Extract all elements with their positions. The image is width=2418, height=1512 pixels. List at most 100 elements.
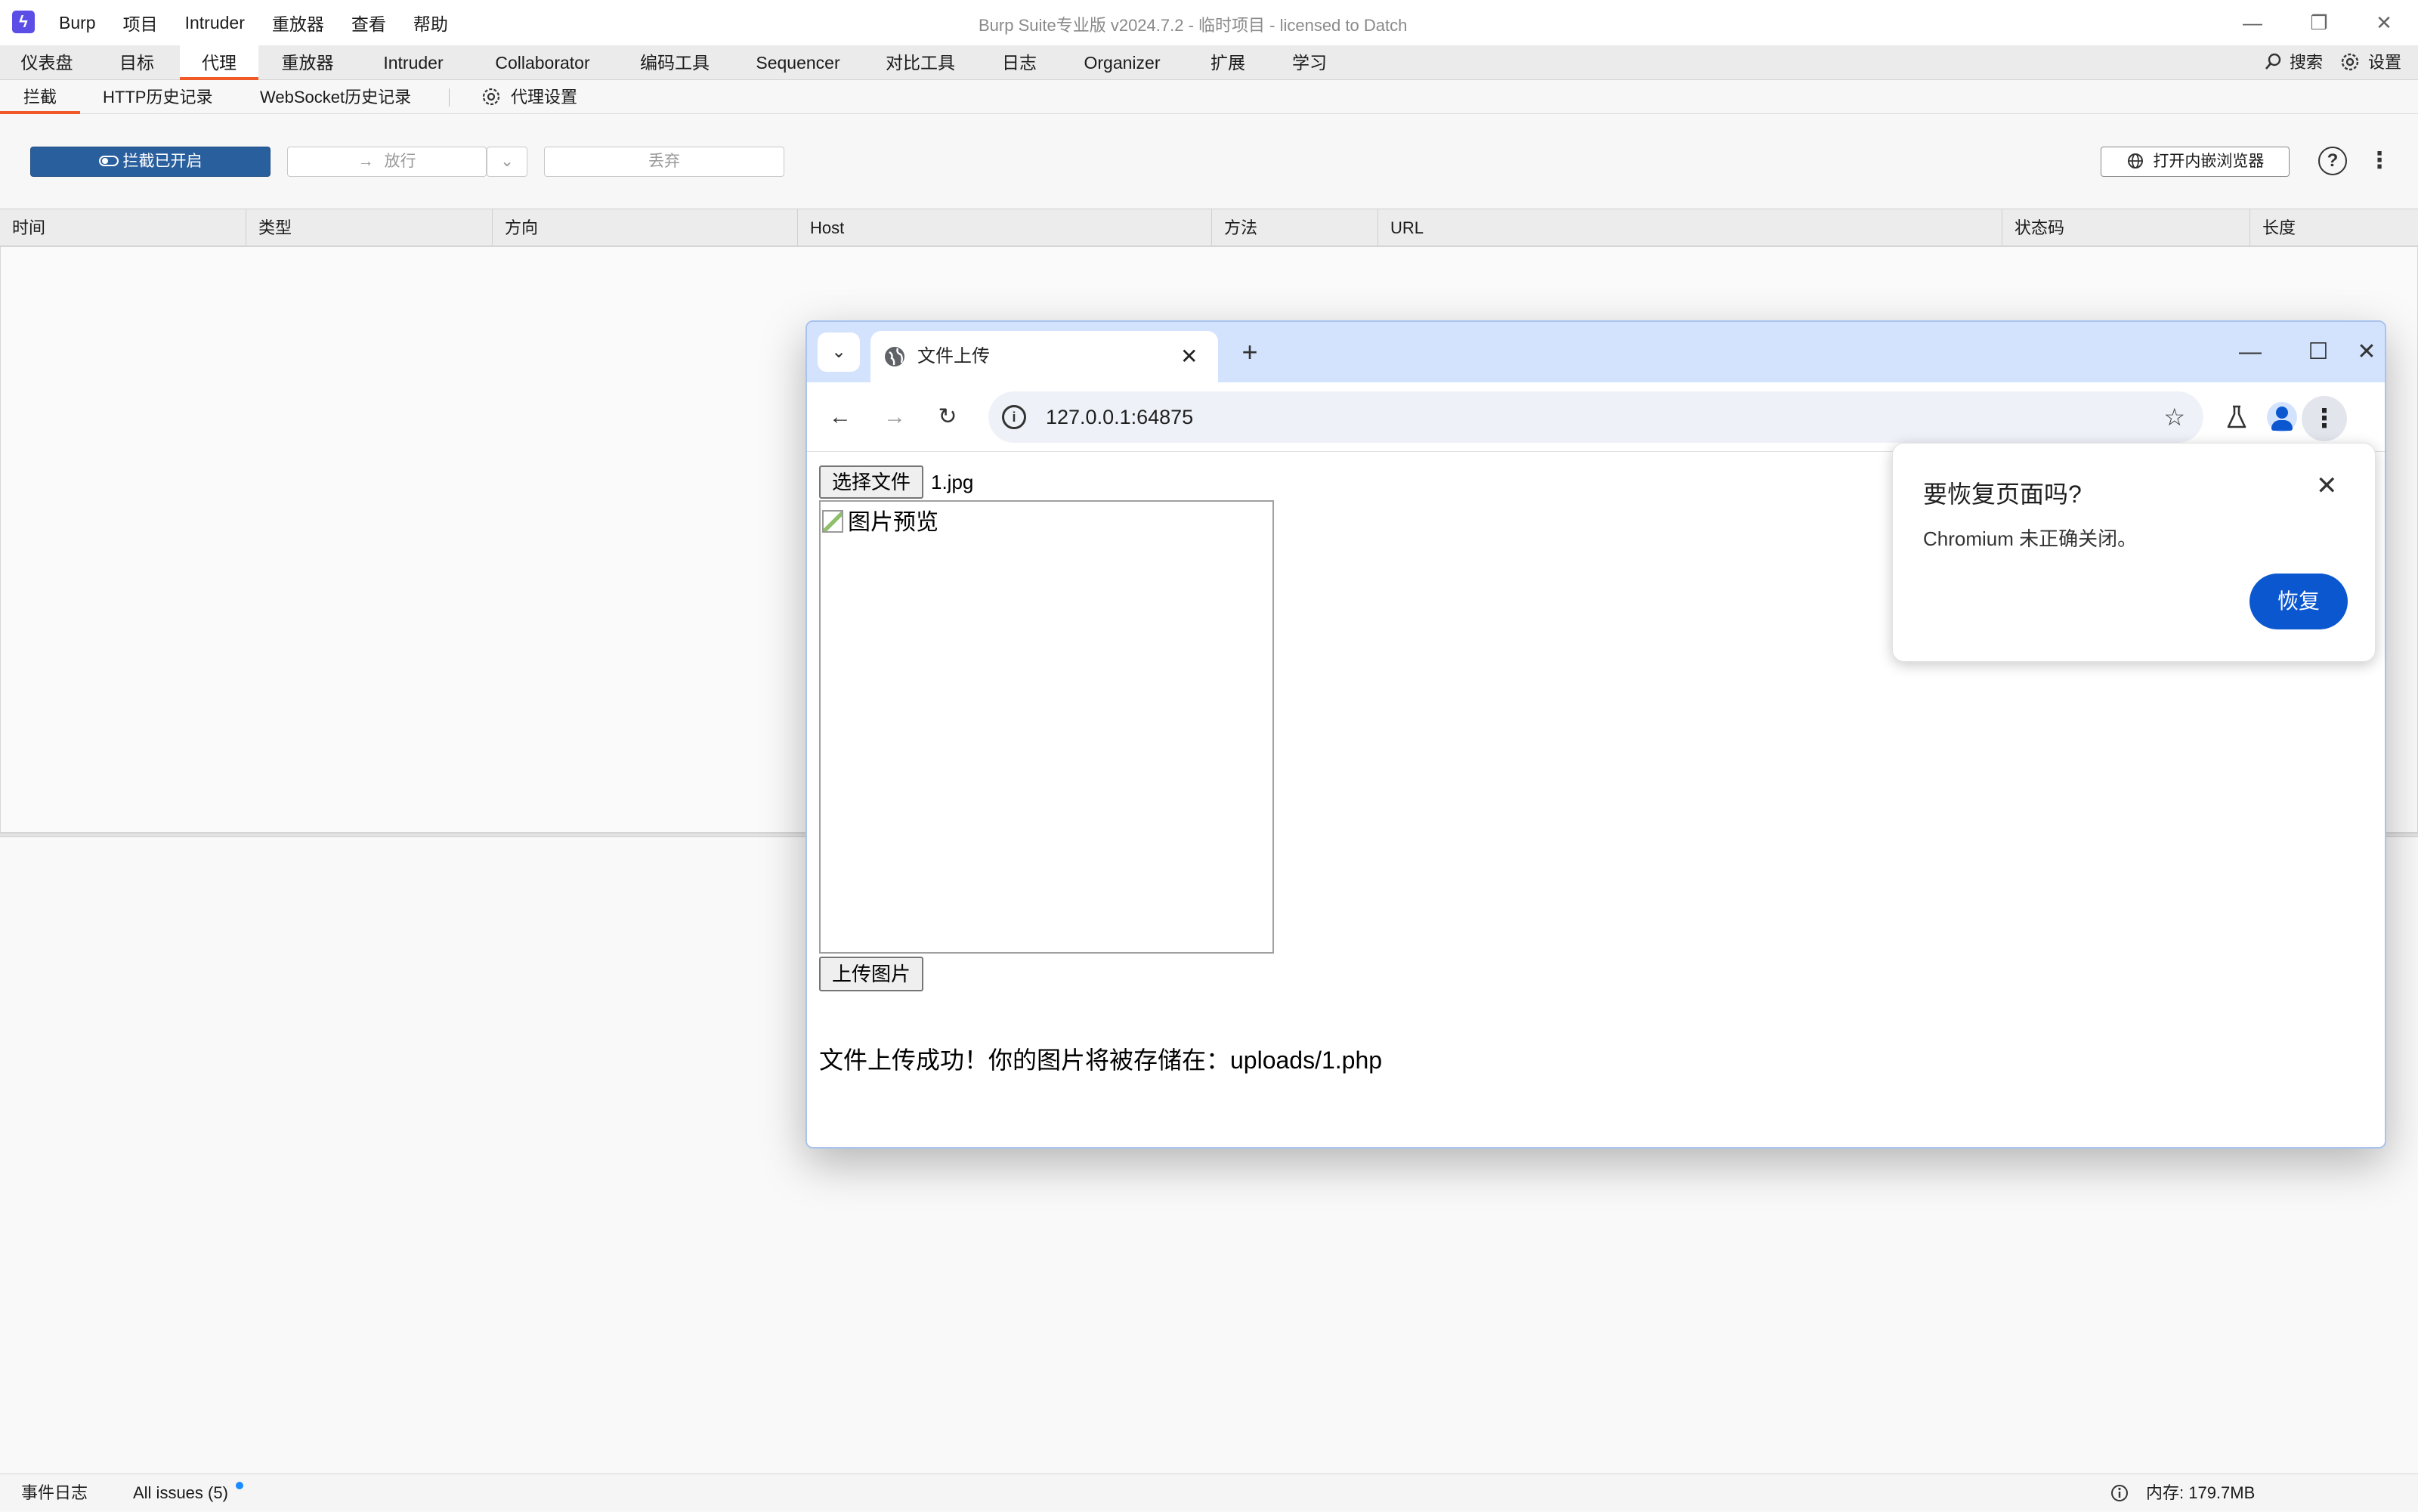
broken-image-icon: [822, 510, 843, 533]
issues-dot-badge: [236, 1482, 243, 1489]
help-icon[interactable]: ?: [2318, 147, 2347, 175]
preview-alt-text: 图片预览: [848, 510, 938, 535]
image-preview-alt: 图片预览: [822, 503, 938, 536]
menu-help[interactable]: 帮助: [413, 10, 448, 36]
globe-icon: [2126, 153, 2154, 170]
col-length[interactable]: 长度: [2250, 209, 2418, 247]
search-label[interactable]: 搜索: [2290, 45, 2323, 80]
tab-decoder[interactable]: 编码工具: [615, 45, 734, 80]
tab-dashboard[interactable]: 仪表盘: [0, 45, 94, 80]
subtab-proxy-settings[interactable]: 代理设置: [511, 81, 577, 114]
main-tab-bar: 仪表盘 目标 代理 重放器 Intruder Collaborator 编码工具…: [0, 45, 2418, 80]
open-browser-label: 打开内嵌浏览器: [2153, 153, 2265, 170]
event-log-link[interactable]: 事件日志: [21, 1474, 88, 1512]
col-direction[interactable]: 方向: [493, 209, 798, 247]
intercept-table-header: 时间 类型 方向 Host 方法 URL 状态码 长度: [0, 209, 2418, 247]
browser-close-icon-glyph[interactable]: ✕: [2348, 332, 2385, 372]
col-type[interactable]: 类型: [246, 209, 493, 247]
close-tab-icon[interactable]: ✕: [1180, 331, 1198, 382]
col-url[interactable]: URL: [1378, 209, 2002, 247]
tab-target[interactable]: 目标: [94, 45, 180, 80]
more-options-icon[interactable]: ⋮: [2368, 145, 2391, 177]
memory-usage: 内存: 179.7MB: [2146, 1483, 2256, 1502]
toggle-icon: [98, 156, 119, 166]
menu-view[interactable]: 查看: [351, 10, 386, 36]
tab-comparer[interactable]: 对比工具: [861, 45, 979, 80]
chevron-down-icon: ⌄: [500, 153, 514, 170]
browser-tab-file-upload[interactable]: 文件上传 ✕: [870, 331, 1218, 382]
open-browser-button[interactable]: 打开内嵌浏览器: [2101, 147, 2290, 177]
popup-message: Chromium 未正确关闭。: [1923, 527, 2138, 550]
menu-bar: Burp 项目 Intruder 重放器 查看 帮助: [45, 0, 462, 45]
arrow-right-icon: →: [357, 153, 374, 170]
tab-sequencer[interactable]: Sequencer: [734, 45, 861, 80]
close-button[interactable]: ✕: [2367, 6, 2401, 39]
burp-logo-icon: ϟ: [12, 11, 35, 33]
back-arrow-icon[interactable]: ←: [821, 397, 860, 437]
browser-tab-title: 文件上传: [917, 346, 990, 366]
subtab-websocket-history[interactable]: WebSocket历史记录: [260, 81, 411, 114]
tab-organizer[interactable]: Organizer: [1059, 45, 1185, 80]
forward-arrow-icon[interactable]: →: [875, 397, 914, 437]
menu-intruder[interactable]: Intruder: [185, 13, 245, 33]
settings-label[interactable]: 设置: [2368, 45, 2401, 80]
labs-flask-icon[interactable]: [2217, 397, 2256, 437]
tab-logger[interactable]: 日志: [979, 45, 1059, 80]
forward-button[interactable]: → 放行: [287, 147, 487, 177]
proxy-settings-gear-icon[interactable]: [481, 81, 502, 114]
intercept-toggle-button[interactable]: 拦截已开启: [30, 147, 271, 177]
tab-repeater[interactable]: 重放器: [258, 45, 357, 80]
selected-file-name: 1.jpg: [931, 471, 974, 493]
subtab-http-history[interactable]: HTTP历史记录: [103, 81, 212, 114]
search-icon[interactable]: [2264, 45, 2283, 80]
browser-minimize-icon[interactable]: —: [2228, 332, 2273, 372]
popup-close-icon[interactable]: ✕: [2316, 471, 2338, 501]
tab-extensions[interactable]: 扩展: [1185, 45, 1271, 80]
drop-button[interactable]: 丢弃: [544, 147, 784, 177]
restore-button[interactable]: ❐: [2302, 6, 2336, 39]
menu-repeater[interactable]: 重放器: [272, 10, 324, 36]
site-info-icon[interactable]: i: [1002, 405, 1026, 429]
minimize-button[interactable]: —: [2235, 6, 2270, 39]
burp-suite-window: ϟ Burp 项目 Intruder 重放器 查看 帮助 Burp Suite专…: [0, 0, 2418, 1511]
tab-collaborator[interactable]: Collaborator: [470, 45, 615, 80]
window-title: Burp Suite专业版 v2024.7.2 - 临时项目 - license…: [979, 16, 1408, 35]
bookmark-star-icon[interactable]: ☆: [2163, 391, 2185, 443]
gear-icon[interactable]: [2339, 45, 2361, 80]
tab-learn[interactable]: 学习: [1271, 45, 1348, 80]
menu-project[interactable]: 项目: [123, 10, 158, 36]
browser-menu-icon[interactable]: ⋮: [2302, 396, 2347, 441]
browser-maximize-icon[interactable]: ☐: [2296, 332, 2341, 372]
address-url[interactable]: 127.0.0.1:64875: [1046, 391, 1193, 443]
col-method[interactable]: 方法: [1212, 209, 1378, 247]
intercept-toggle-label: 拦截已开启: [122, 153, 203, 170]
tab-proxy[interactable]: 代理: [180, 45, 258, 80]
choose-file-button[interactable]: 选择文件: [819, 465, 923, 499]
profile-avatar-icon[interactable]: [2267, 402, 2297, 432]
new-tab-icon[interactable]: +: [1230, 332, 1269, 372]
forward-dropdown-button[interactable]: ⌄: [487, 147, 527, 177]
upload-image-button[interactable]: 上传图片: [819, 957, 923, 991]
proxy-sub-tabs: 拦截 HTTP历史记录 WebSocket历史记录 代理设置: [0, 81, 2418, 114]
image-preview: 图片预览: [819, 500, 1274, 954]
tab-intruder[interactable]: Intruder: [357, 45, 470, 80]
subtab-intercept[interactable]: 拦截: [0, 81, 80, 114]
popup-title: 要恢复页面吗?: [1923, 481, 2082, 508]
col-time[interactable]: 时间: [0, 209, 246, 247]
title-bar: ϟ Burp 项目 Intruder 重放器 查看 帮助 Burp Suite专…: [0, 0, 2418, 45]
tab-search-chevron-icon[interactable]: ⌄: [818, 332, 860, 372]
browser-tab-bar: ⌄ 文件上传 ✕ + — ☐: [807, 322, 2385, 382]
reload-icon[interactable]: ↻: [928, 397, 967, 437]
address-bar[interactable]: i 127.0.0.1:64875 ☆: [988, 391, 2203, 443]
status-bar: 事件日志 All issues (5) 内存: 179.7MB: [0, 1473, 2418, 1511]
upload-result-message: 文件上传成功！你的图片将被存储在：uploads/1.php: [819, 1047, 1383, 1074]
col-host[interactable]: Host: [798, 209, 1212, 247]
restore-pages-popup: 要恢复页面吗? ✕ Chromium 未正确关闭。 恢复: [1892, 443, 2376, 662]
info-icon: [2110, 1474, 2129, 1512]
all-issues-link[interactable]: All issues (5): [133, 1474, 228, 1512]
menu-burp[interactable]: Burp: [59, 13, 96, 33]
restore-button[interactable]: 恢复: [2249, 574, 2348, 629]
col-status[interactable]: 状态码: [2002, 209, 2250, 247]
forward-label: 放行: [384, 153, 416, 170]
subtab-divider: [449, 88, 450, 107]
